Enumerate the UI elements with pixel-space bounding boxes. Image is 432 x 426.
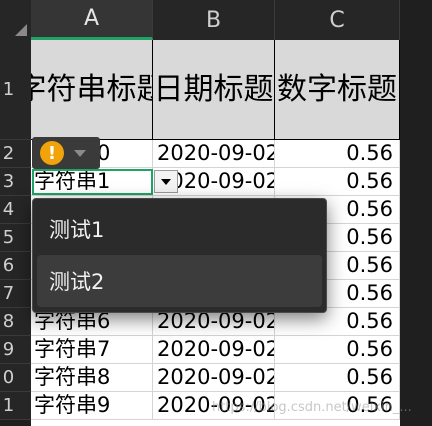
header-text: 日期标题 (153, 72, 274, 107)
row-header[interactable]: 7 (0, 280, 31, 308)
error-check-button[interactable]: ! (32, 137, 100, 169)
cell-b[interactable]: 2020-09-02 (153, 336, 275, 364)
cell-a[interactable]: 字符串8 (31, 364, 153, 392)
column-header-b[interactable]: B (153, 0, 275, 40)
column-header-a[interactable]: A (31, 0, 153, 40)
watermark: https://blog.csdn.net/weixin_... (212, 400, 412, 415)
data-validation-list: 测试1 测试2 (32, 198, 327, 313)
header-cell-c[interactable]: 数字标题 (275, 40, 400, 140)
header-text: 数字标题 (277, 72, 397, 107)
cell-c[interactable]: 0.56 (275, 364, 400, 392)
row-header[interactable]: 0 (0, 364, 31, 392)
row-header[interactable]: 2 (0, 140, 31, 168)
grid-right-margin (400, 0, 432, 426)
row-header[interactable]: 6 (0, 252, 31, 280)
dropdown-option[interactable]: 测试2 (37, 255, 322, 307)
header-text: 字符串标题 (31, 72, 152, 107)
row-header[interactable]: 3 (0, 168, 31, 196)
chevron-down-icon (74, 149, 86, 157)
row-header[interactable]: 5 (0, 224, 31, 252)
cell-c[interactable]: 0.56 (275, 140, 400, 168)
row-header[interactable]: 9 (0, 336, 31, 364)
cell-b[interactable]: 2020-09-02 (153, 364, 275, 392)
header-cell-a[interactable]: 字符串标题 (31, 40, 153, 140)
dropdown-option[interactable]: 测试1 (37, 203, 322, 255)
cell-a[interactable]: 字符串9 (31, 392, 153, 420)
row-header[interactable]: 1 (0, 40, 31, 140)
cell-b[interactable]: 2020-09-02 (153, 140, 275, 168)
active-cell-outline[interactable] (32, 169, 153, 195)
header-cell-b[interactable]: 日期标题 (153, 40, 275, 140)
row-header[interactable]: 4 (0, 196, 31, 224)
warning-icon: ! (40, 141, 64, 165)
cell-c[interactable]: 0.56 (275, 168, 400, 196)
cell-a[interactable]: 字符串7 (31, 336, 153, 364)
row-header[interactable]: 1 (0, 392, 31, 420)
cell-c[interactable]: 0.56 (275, 336, 400, 364)
row-header[interactable]: 8 (0, 308, 31, 336)
select-all-icon (15, 24, 27, 36)
column-header-c[interactable]: C (275, 0, 400, 40)
data-validation-dropdown-button[interactable] (154, 170, 178, 193)
dropdown-arrow-icon (161, 178, 171, 185)
select-all-corner[interactable] (0, 0, 32, 40)
